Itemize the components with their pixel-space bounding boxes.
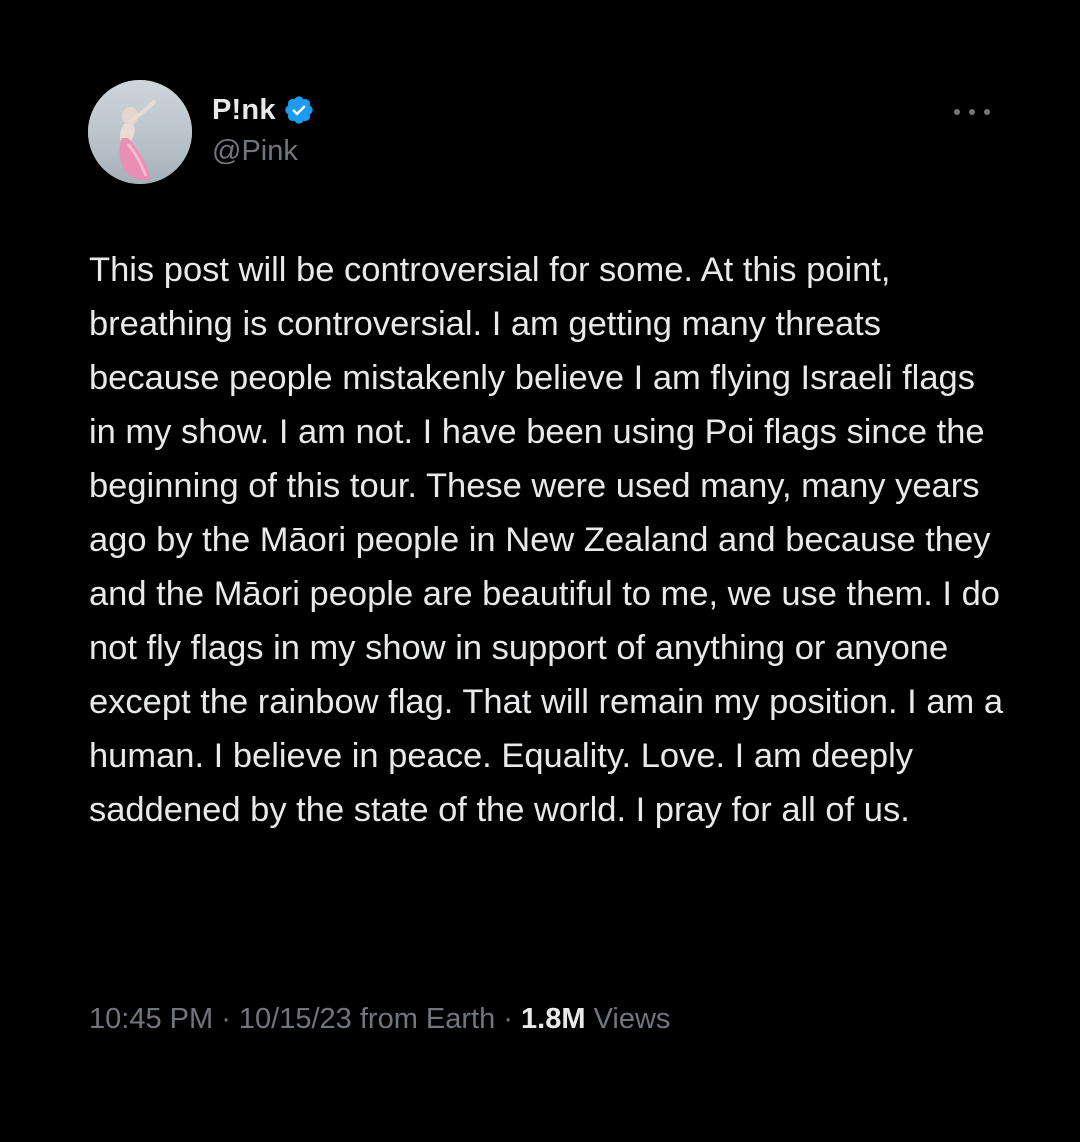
post-text: This post will be controversial for some… xyxy=(89,251,1004,829)
meta-space xyxy=(586,1003,594,1036)
post-time[interactable]: 10:45 PM xyxy=(89,1003,213,1036)
display-name[interactable]: P!nk xyxy=(212,94,276,127)
user-handle[interactable]: @Pink xyxy=(212,135,298,168)
meta-separator: · xyxy=(213,1003,239,1035)
more-dot xyxy=(969,109,975,115)
views-label[interactable]: Views xyxy=(594,1003,671,1036)
avatar[interactable] xyxy=(88,80,192,184)
meta-space xyxy=(352,1003,360,1036)
more-dot xyxy=(954,109,960,115)
views-count[interactable]: 1.8M xyxy=(521,1003,585,1036)
post-meta: 10:45 PM · 10/15/23 from Earth · 1.8M Vi… xyxy=(89,1003,670,1036)
verified-badge-icon[interactable] xyxy=(283,94,315,126)
tweet: P!nk @Pink This post will be controversi… xyxy=(0,0,1080,1142)
post-date[interactable]: 10/15/23 xyxy=(239,1003,352,1036)
more-options-icon[interactable] xyxy=(954,100,990,124)
author-name-row[interactable]: P!nk xyxy=(212,92,315,128)
post-source: from Earth xyxy=(359,1003,496,1035)
more-dot xyxy=(984,109,990,115)
avatar-image xyxy=(88,80,192,184)
meta-separator: · xyxy=(495,1003,522,1035)
